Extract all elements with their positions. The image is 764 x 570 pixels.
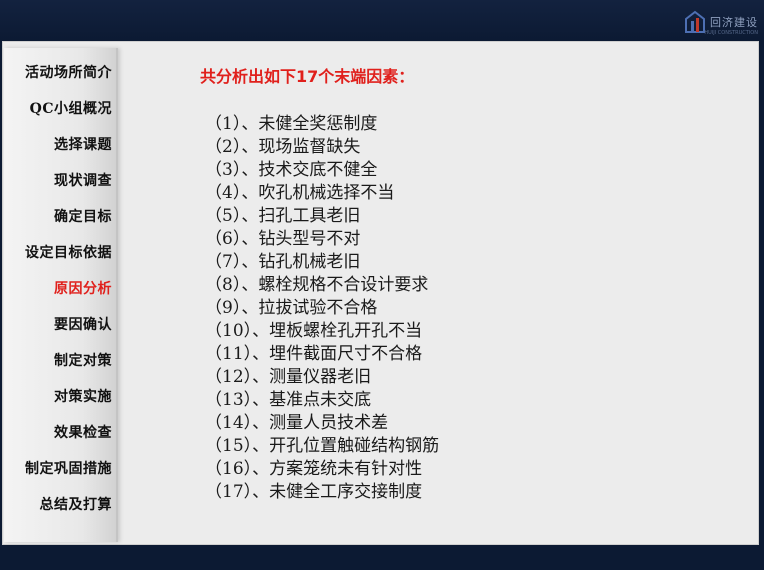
list-item: （17）、未健全工序交接制度 [205, 482, 423, 502]
list-item: （8）、螺栓规格不合设计要求 [205, 275, 429, 295]
list-item: （12）、测量仪器老旧 [205, 367, 372, 387]
sidebar-item-key-cause[interactable]: 要因确认 [54, 314, 112, 336]
sidebar-item-select-topic[interactable]: 选择课题 [54, 134, 112, 156]
brand-logo: 回济建设 HUIJI CONSTRUCTION [684, 8, 758, 36]
sidebar-item-implementation[interactable]: 对策实施 [54, 386, 112, 408]
list-item: （6）、钻头型号不对 [205, 229, 361, 249]
list-item: （14）、测量人员技术差 [205, 413, 389, 433]
sidebar-item-set-goal[interactable]: 确定目标 [54, 206, 112, 228]
bottom-bar [0, 546, 764, 570]
sidebar-item-effect-check[interactable]: 效果检查 [54, 422, 112, 444]
sidebar-item-venue-intro[interactable]: 活动场所简介 [25, 62, 112, 84]
sidebar-item-countermeasures[interactable]: 制定对策 [54, 350, 112, 372]
list-item: （1）、未健全奖惩制度 [205, 114, 378, 134]
sidebar-item-summary[interactable]: 总结及打算 [40, 494, 113, 516]
list-item: （13）、基准点未交底 [205, 390, 372, 410]
list-item: （5）、扫孔工具老旧 [205, 206, 361, 226]
brand-logo-icon [685, 10, 705, 33]
sidebar-item-goal-basis[interactable]: 设定目标依据 [25, 242, 112, 264]
list-item: （9）、拉拔试验不合格 [205, 298, 378, 318]
list-item: （2）、现场监督缺失 [205, 137, 361, 157]
sidebar-nav: 活动场所简介 QC小组概况 选择课题 现状调查 确定目标 设定目标依据 原因分析… [4, 48, 118, 542]
list-item: （11）、埋件截面尺寸不合格 [205, 344, 423, 364]
list-item: （4）、吹孔机械选择不当 [205, 183, 395, 203]
sidebar-item-status-survey[interactable]: 现状调查 [54, 170, 112, 192]
sidebar-item-qc-overview[interactable]: QC小组概况 [30, 98, 112, 120]
list-item: （3）、技术交底不健全 [205, 160, 378, 180]
list-item: （10）、埋板螺栓孔开孔不当 [205, 321, 423, 341]
list-item: （7）、钻孔机械老旧 [205, 252, 361, 272]
list-item: （16）、方案笼统未有针对性 [205, 459, 423, 479]
brand-name: 回济建设 [710, 16, 758, 29]
sidebar-item-consolidation[interactable]: 制定巩固措施 [25, 458, 112, 480]
list-item: （15）、开孔位置触碰结构钢筋 [205, 436, 440, 456]
brand-subtitle: HUIJI CONSTRUCTION [704, 30, 758, 36]
page-title: 共分析出如下17个末端因素： [200, 67, 415, 86]
sidebar-item-cause-analysis[interactable]: 原因分析 [54, 278, 112, 300]
top-bar: 回济建设 HUIJI CONSTRUCTION [0, 0, 764, 40]
